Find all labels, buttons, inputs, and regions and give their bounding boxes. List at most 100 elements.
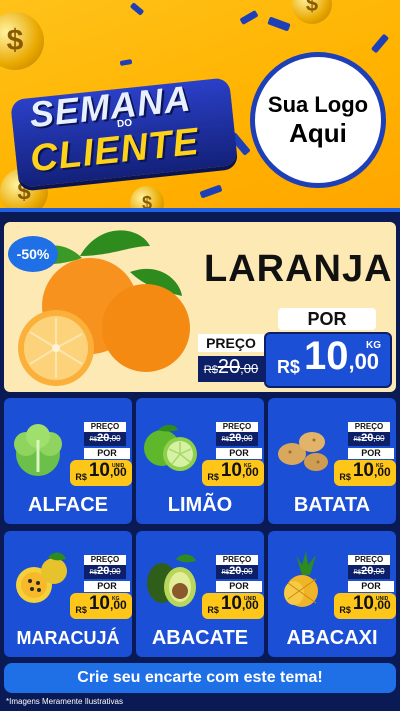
- new-price-integer: 10: [220, 460, 242, 481]
- por-label: POR: [278, 308, 376, 330]
- product-name: MARACUJÁ: [16, 628, 120, 648]
- new-price-currency: R$: [339, 605, 351, 615]
- old-price-decimal: ,00: [240, 361, 259, 376]
- confetti-icon: [119, 58, 133, 67]
- unit-label: KG: [376, 463, 384, 469]
- new-price-integer: 10: [352, 593, 374, 614]
- header-banner: $ $ $ $ SEMANA DO CLIENTE Sua Logo Aqui: [0, 0, 400, 212]
- coin-icon: $: [0, 12, 44, 70]
- old-price-currency: R$: [221, 570, 230, 576]
- product-name: ABACAXI: [286, 627, 378, 649]
- old-price-decimal: ,00: [241, 434, 253, 443]
- old-price: R$ 20,00: [348, 565, 390, 579]
- old-price-integer: 20: [217, 356, 241, 378]
- old-price-decimal: ,00: [109, 567, 121, 576]
- potato-icon: [278, 432, 328, 471]
- new-price-currency: R$: [207, 605, 219, 615]
- price-label: PREÇO: [84, 555, 126, 565]
- por-label: POR: [216, 448, 262, 459]
- confetti-icon: [267, 16, 291, 32]
- por-label: POR: [84, 448, 130, 459]
- old-price-decimal: ,00: [241, 567, 253, 576]
- new-price-currency: R$: [75, 472, 87, 482]
- old-price-currency: R$: [89, 570, 98, 576]
- price-label: PREÇO: [348, 422, 390, 432]
- logo-text-line1: Sua Logo: [267, 91, 369, 117]
- new-price-integer: 10: [88, 460, 110, 481]
- old-price: R$ 20,00: [84, 432, 126, 446]
- confetti-icon: [199, 184, 223, 199]
- por-label: POR: [348, 448, 394, 459]
- old-price-integer: 20: [97, 432, 110, 444]
- price-label: PREÇO: [348, 555, 390, 565]
- old-price: R$ 20,00: [216, 432, 258, 446]
- passion-fruit-icon: [16, 552, 67, 603]
- new-price-integer: 10: [88, 593, 110, 614]
- old-price: R$ 20 ,00: [198, 356, 264, 382]
- old-price-currency: R$: [353, 437, 362, 443]
- product-card: PREÇO R$ 20,00 POR R$ 10,00 UNID ABACAXI: [268, 531, 396, 657]
- new-price-integer: 10: [352, 460, 374, 481]
- price-label: PREÇO: [216, 555, 258, 565]
- avocado-icon: [147, 554, 196, 607]
- unit-label: UNID: [112, 463, 125, 469]
- product-card: PREÇO R$ 20,00 POR R$ 10,00 UNID ABACATE: [136, 531, 264, 657]
- product-card: PREÇO R$ 20,00 POR R$ 10,00 KG LIMÃO: [136, 398, 264, 524]
- old-price-currency: R$: [353, 570, 362, 576]
- new-price-decimal: ,00: [348, 349, 380, 374]
- product-name: LIMÃO: [167, 494, 233, 516]
- old-price-integer: 20: [229, 432, 242, 444]
- old-price: R$ 20,00: [348, 432, 390, 446]
- product-name: BATATA: [293, 494, 371, 516]
- product-card: PREÇO R$ 20,00 POR R$ 10,00 KG BATATA: [268, 398, 396, 524]
- new-price: R$ 10,00: [334, 460, 396, 486]
- coin-icon: $: [292, 0, 332, 24]
- new-price-currency: R$: [75, 605, 87, 615]
- featured-product-name: LARANJA: [204, 248, 393, 290]
- por-label: POR: [216, 581, 262, 592]
- discount-badge: -50%: [8, 236, 58, 272]
- lettuce-icon: [14, 424, 62, 476]
- por-label: POR: [348, 581, 394, 592]
- old-price-integer: 20: [361, 432, 374, 444]
- product-card: PREÇO R$ 20,00 POR R$ 10,00 KG MARACUJÁ: [4, 531, 132, 657]
- lime-icon: [144, 424, 197, 471]
- cta-banner[interactable]: Crie seu encarte com este tema!: [4, 663, 396, 693]
- logo-text-line2: Aqui: [289, 117, 347, 148]
- unit-label: UNID: [376, 596, 389, 602]
- disclaimer-text: *Imagens Meramente Ilustrativas: [6, 697, 123, 706]
- price-label: PREÇO: [216, 422, 258, 432]
- old-price-currency: R$: [221, 437, 230, 443]
- campaign-headline: SEMANA DO CLIENTE: [9, 70, 248, 193]
- old-price: R$ 20,00: [216, 565, 258, 579]
- product-name: ABACATE: [151, 627, 249, 649]
- old-price-integer: 20: [361, 565, 374, 577]
- logo-placeholder: Sua Logo Aqui: [250, 52, 386, 188]
- confetti-icon: [239, 9, 259, 26]
- new-price-integer: 10: [303, 334, 349, 378]
- old-price-integer: 20: [97, 565, 110, 577]
- old-price-currency: R$: [89, 437, 98, 443]
- unit-label: KG: [244, 463, 252, 469]
- old-price: R$ 20,00: [84, 565, 126, 579]
- confetti-icon: [129, 2, 145, 16]
- new-price: R$ 10,00: [70, 593, 132, 619]
- old-price-currency: R$: [203, 364, 218, 376]
- unit-label: KG: [366, 340, 381, 351]
- pineapple-icon: [284, 551, 318, 607]
- old-price-decimal: ,00: [373, 567, 385, 576]
- new-price: R$ 10,00: [202, 460, 264, 486]
- old-price-integer: 20: [229, 565, 242, 577]
- product-name: ALFACE: [28, 494, 108, 516]
- new-price-integer: 10: [220, 593, 242, 614]
- old-price-decimal: ,00: [373, 434, 385, 443]
- old-price-decimal: ,00: [109, 434, 121, 443]
- new-price-currency: R$: [207, 472, 219, 482]
- price-label: PREÇO: [84, 422, 126, 432]
- product-card: PREÇO R$ 20,00 POR R$ 10,00 UNID ALFACE: [4, 398, 132, 524]
- unit-label: UNID: [244, 596, 257, 602]
- por-label: POR: [84, 581, 130, 592]
- new-price-currency: R$: [339, 472, 351, 482]
- confetti-icon: [370, 33, 390, 54]
- unit-label: KG: [112, 596, 120, 602]
